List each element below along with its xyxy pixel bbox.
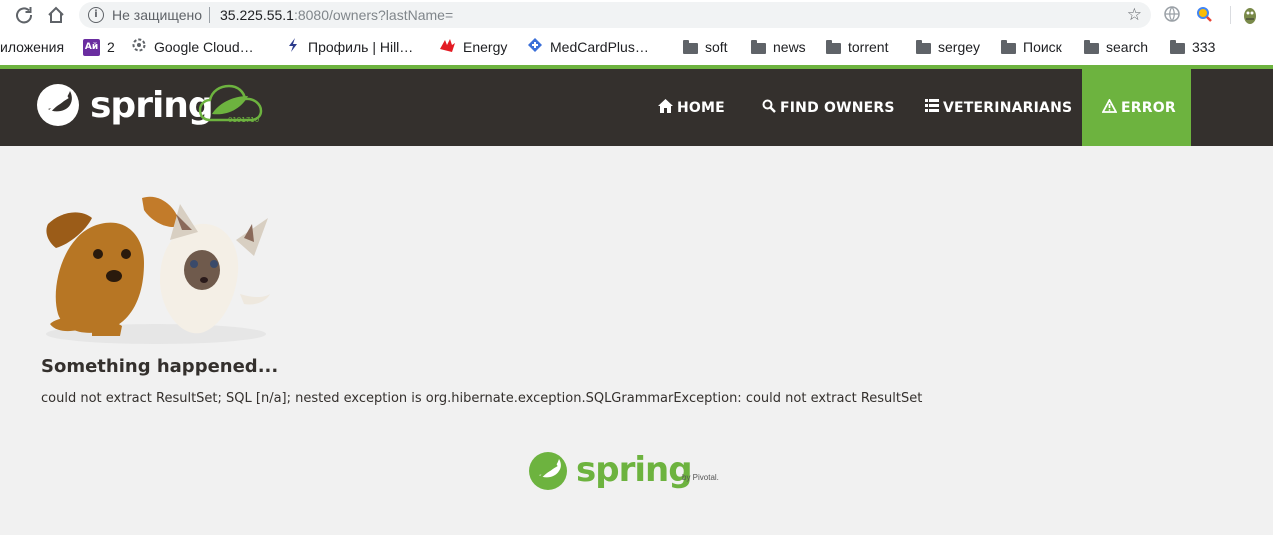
nav-find-owners-label: FIND OWNERS (780, 99, 895, 116)
browser-toolbar: i Не защищено 35.225.55.1:8080/owners?la… (0, 0, 1273, 31)
folder-icon (683, 39, 698, 54)
bookmark-label: Energy (463, 39, 508, 55)
cloud-badge-text: 0191710 (228, 116, 259, 124)
bookmark-hill[interactable]: Профиль | Hill… (285, 38, 413, 56)
folder-icon (1084, 39, 1099, 54)
spring-leaf-icon (529, 452, 567, 490)
bookmark-folder-poisk[interactable]: Поиск (1001, 38, 1062, 56)
bookmark-folder-news[interactable]: news (751, 38, 806, 56)
bookmark-folder-sergey[interactable]: sergey (916, 38, 980, 56)
nav-veterinarians[interactable]: VETERINARIANS (925, 69, 1072, 146)
error-message: could not extract ResultSet; SQL [n/a]; … (41, 391, 923, 406)
reload-icon[interactable] (13, 4, 35, 26)
spring-leaf-icon (37, 84, 79, 126)
bookmark-label: news (773, 39, 806, 55)
nav-error[interactable]: ERROR (1082, 69, 1191, 146)
navbar: spring 0191710 HOME FIND OWNERS VETERINA… (0, 69, 1273, 146)
folder-icon (1001, 39, 1016, 54)
address-bar[interactable]: i Не защищено 35.225.55.1:8080/owners?la… (79, 2, 1151, 28)
ai-icon: Ай (83, 38, 100, 56)
url-text[interactable]: 35.225.55.1:8080/owners?lastName= (220, 7, 453, 23)
toolbar-divider (1230, 6, 1231, 24)
bookmark-ai[interactable]: Ай 2 (83, 38, 115, 56)
search-icon (762, 99, 776, 117)
energy-icon (439, 37, 456, 57)
bookmark-label: Профиль | Hill… (308, 39, 414, 55)
bookmark-folder-search[interactable]: search (1084, 38, 1148, 56)
folder-icon (916, 39, 931, 54)
bookmark-label: soft (705, 39, 728, 55)
bookmark-label: Google Cloud… (154, 39, 254, 55)
footer-brand-text: spring (576, 450, 693, 490)
bookmark-label: sergey (938, 39, 981, 55)
bookmark-medcard[interactable]: MedCardPlus… (527, 38, 649, 56)
security-label[interactable]: Не защищено (112, 7, 202, 23)
brand-text: spring (90, 85, 214, 126)
folder-icon (751, 39, 766, 54)
bookmark-folder-soft[interactable]: soft (683, 38, 728, 56)
search-extension-icon[interactable] (1195, 5, 1215, 25)
nav-home-label: HOME (677, 99, 725, 116)
list-icon (925, 99, 939, 116)
nav-home[interactable]: HOME (658, 69, 725, 146)
bookmark-apps[interactable]: иложения (0, 38, 64, 56)
profile-avatar-icon[interactable] (1241, 5, 1261, 25)
folder-icon (1170, 39, 1185, 54)
warning-icon (1101, 97, 1118, 117)
bookmark-label: MedCardPlus… (550, 39, 649, 55)
bookmarks-bar: иложения Ай 2 Google Cloud… Профиль | Hi… (0, 31, 1273, 65)
globe-extension-icon[interactable] (1163, 5, 1183, 25)
bookmark-google-cloud[interactable]: Google Cloud… (131, 38, 254, 56)
folder-icon (826, 39, 841, 54)
bookmark-label: search (1106, 39, 1149, 55)
home-icon (658, 98, 673, 117)
bookmark-star-icon[interactable]: ☆ (1127, 5, 1142, 25)
hill-icon (285, 37, 301, 57)
bookmark-label: Поиск (1023, 39, 1062, 55)
nav-find-owners[interactable]: FIND OWNERS (762, 69, 895, 146)
nav-error-label: ERROR (1121, 99, 1176, 116)
by-pivotal-text: by Pivotal. (682, 473, 719, 482)
bookmark-energy[interactable]: Energy (439, 38, 507, 56)
divider (209, 7, 210, 23)
nav-veterinarians-label: VETERINARIANS (943, 99, 1073, 116)
bookmark-label: 2 (107, 39, 115, 55)
bookmark-label: 333 (1192, 39, 1216, 55)
pets-image (40, 184, 272, 348)
google-cloud-icon (131, 37, 147, 57)
info-icon[interactable]: i (88, 7, 104, 23)
bookmark-label: torrent (848, 39, 889, 55)
bookmark-folder-333[interactable]: 333 (1170, 38, 1215, 56)
home-browser-icon[interactable] (45, 4, 67, 26)
medcard-icon (527, 37, 543, 57)
bookmark-folder-torrent[interactable]: torrent (826, 38, 888, 56)
petclinic-cloud-icon: 0191710 (198, 84, 263, 124)
error-heading: Something happened... (41, 356, 279, 377)
bookmark-label: иложения (0, 39, 65, 55)
